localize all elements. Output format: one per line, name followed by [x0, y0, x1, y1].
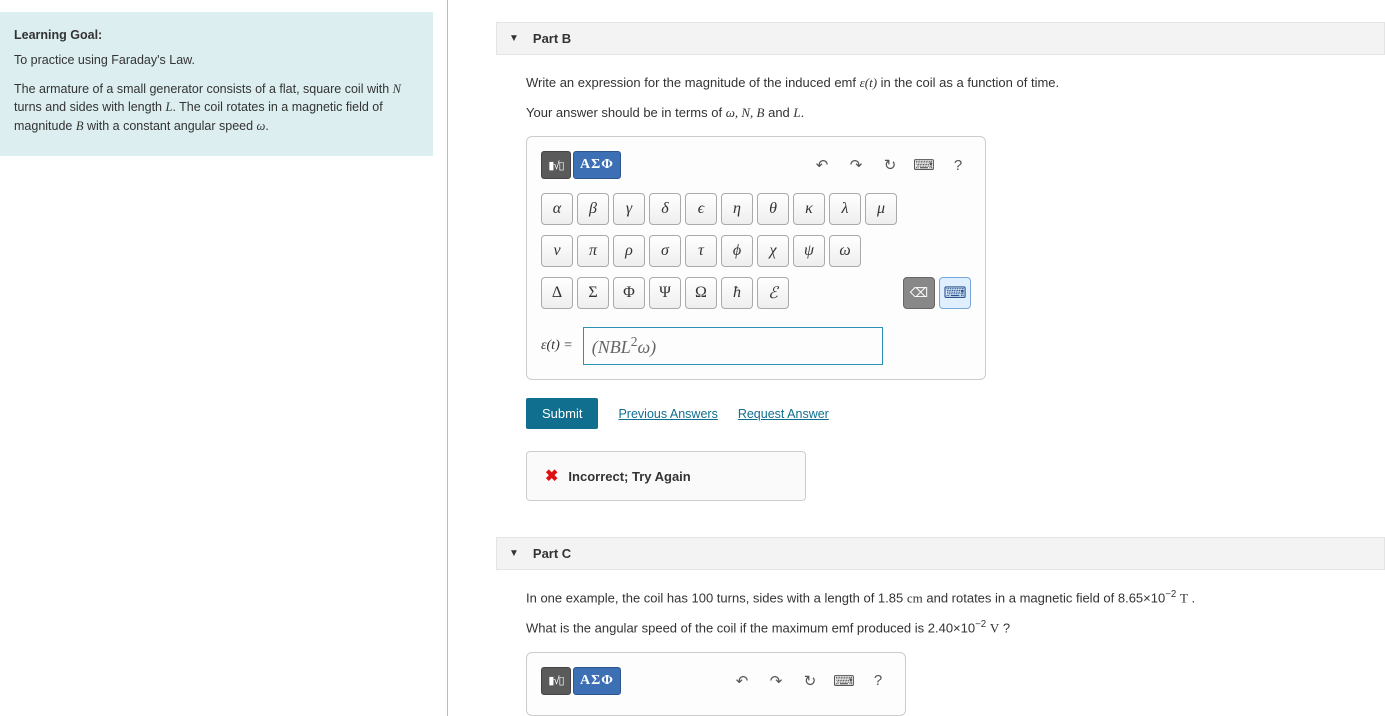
greek-letters-button[interactable]: ΑΣΦ — [573, 667, 621, 695]
left-sidebar: Learning Goal: To practice using Faraday… — [0, 0, 448, 716]
part-c-title: Part C — [533, 546, 571, 561]
greek-Delta[interactable]: Δ — [541, 277, 573, 309]
learning-goal-box: Learning Goal: To practice using Faraday… — [0, 12, 433, 156]
answer-panel-c: ▮√▯ ΑΣΦ ↶ ↷ ↻ ⌨ ? — [526, 652, 906, 716]
greek-theta[interactable]: θ — [757, 193, 789, 225]
undo-icon[interactable]: ↶ — [809, 154, 835, 176]
greek-rho[interactable]: ρ — [613, 235, 645, 267]
templates-button[interactable]: ▮√▯ — [541, 667, 571, 695]
keyboard-icon[interactable]: ⌨ — [911, 154, 937, 176]
part-c-instruction-1: In one example, the coil has 100 turns, … — [526, 588, 1336, 608]
var-N: N — [393, 82, 401, 96]
greek-nu[interactable]: ν — [541, 235, 573, 267]
greek-lambda[interactable]: λ — [829, 193, 861, 225]
request-answer-link[interactable]: Request Answer — [738, 407, 829, 421]
feedback-text: Incorrect; Try Again — [568, 469, 690, 484]
greek-pi[interactable]: π — [577, 235, 609, 267]
part-c-body: In one example, the coil has 100 turns, … — [496, 570, 1336, 716]
script-E[interactable]: ℰ — [757, 277, 789, 309]
greek-Sigma[interactable]: Σ — [577, 277, 609, 309]
redo-icon[interactable]: ↷ — [843, 154, 869, 176]
greek-gamma[interactable]: γ — [613, 193, 645, 225]
greek-alpha[interactable]: α — [541, 193, 573, 225]
greek-Psi[interactable]: Ψ — [649, 277, 681, 309]
greek-tau[interactable]: τ — [685, 235, 717, 267]
reset-icon[interactable]: ↻ — [877, 154, 903, 176]
part-b-header[interactable]: ▼ Part B — [496, 22, 1385, 55]
toolbar-row-c: ▮√▯ ΑΣΦ ↶ ↷ ↻ ⌨ ? — [541, 667, 891, 695]
hbar[interactable]: ħ — [721, 277, 753, 309]
greek-chi[interactable]: χ — [757, 235, 789, 267]
backspace-button[interactable]: ⌫ — [903, 277, 935, 309]
chevron-down-icon: ▼ — [509, 33, 519, 44]
undo-icon[interactable]: ↶ — [729, 670, 755, 692]
answer-line: ε(t) = (NBL2ω) — [541, 327, 971, 365]
greek-delta[interactable]: δ — [649, 193, 681, 225]
help-icon[interactable]: ? — [865, 670, 891, 692]
part-b-instruction-1: Write an expression for the magnitude of… — [526, 73, 1336, 93]
part-c-header[interactable]: ▼ Part C — [496, 537, 1385, 570]
greek-row-3: Δ Σ Φ Ψ Ω ħ ℰ ⌫ ⌨ — [541, 277, 971, 309]
answer-input[interactable]: (NBL2ω) — [583, 327, 883, 365]
learning-goal-description: The armature of a small generator consis… — [14, 80, 419, 136]
part-b-title: Part B — [533, 31, 571, 46]
learning-goal-practice: To practice using Faraday's Law. — [14, 51, 419, 70]
greek-mu[interactable]: μ — [865, 193, 897, 225]
redo-icon[interactable]: ↷ — [763, 670, 789, 692]
greek-phi[interactable]: ϕ — [721, 235, 753, 267]
part-c-instruction-2: What is the angular speed of the coil if… — [526, 618, 1336, 638]
greek-row-1: α β γ δ ϵ η θ κ λ μ — [541, 193, 971, 225]
greek-letters-button[interactable]: ΑΣΦ — [573, 151, 621, 179]
greek-eta[interactable]: η — [721, 193, 753, 225]
submit-button[interactable]: Submit — [526, 398, 598, 429]
greek-epsilon[interactable]: ϵ — [685, 193, 717, 225]
templates-button[interactable]: ▮√▯ — [541, 151, 571, 179]
incorrect-icon: ✖ — [545, 466, 558, 486]
learning-goal-title: Learning Goal: — [14, 26, 419, 45]
var-B: B — [76, 119, 84, 133]
greek-psi[interactable]: ψ — [793, 235, 825, 267]
part-b-body: Write an expression for the magnitude of… — [496, 55, 1336, 501]
feedback-box: ✖ Incorrect; Try Again — [526, 451, 806, 501]
right-content: ▼ Part B Write an expression for the mag… — [448, 0, 1385, 716]
help-icon[interactable]: ? — [945, 154, 971, 176]
greek-Phi[interactable]: Φ — [613, 277, 645, 309]
answer-label: ε(t) = — [541, 338, 573, 354]
submit-row: Submit Previous Answers Request Answer — [526, 398, 1336, 429]
chevron-down-icon: ▼ — [509, 548, 519, 559]
keyboard-icon[interactable]: ⌨ — [831, 670, 857, 692]
toolbar-row: ▮√▯ ΑΣΦ ↶ ↷ ↻ ⌨ ? — [541, 151, 971, 179]
collapse-keyboard-button[interactable]: ⌨ — [939, 277, 971, 309]
reset-icon[interactable]: ↻ — [797, 670, 823, 692]
greek-Omega[interactable]: Ω — [685, 277, 717, 309]
greek-sigma[interactable]: σ — [649, 235, 681, 267]
answer-panel: ▮√▯ ΑΣΦ ↶ ↷ ↻ ⌨ ? α β γ — [526, 136, 986, 380]
greek-row-2: ν π ρ σ τ ϕ χ ψ ω — [541, 235, 971, 267]
greek-omega[interactable]: ω — [829, 235, 861, 267]
previous-answers-link[interactable]: Previous Answers — [618, 407, 717, 421]
greek-beta[interactable]: β — [577, 193, 609, 225]
part-b-instruction-2: Your answer should be in terms of ω, N, … — [526, 103, 1336, 123]
greek-kappa[interactable]: κ — [793, 193, 825, 225]
